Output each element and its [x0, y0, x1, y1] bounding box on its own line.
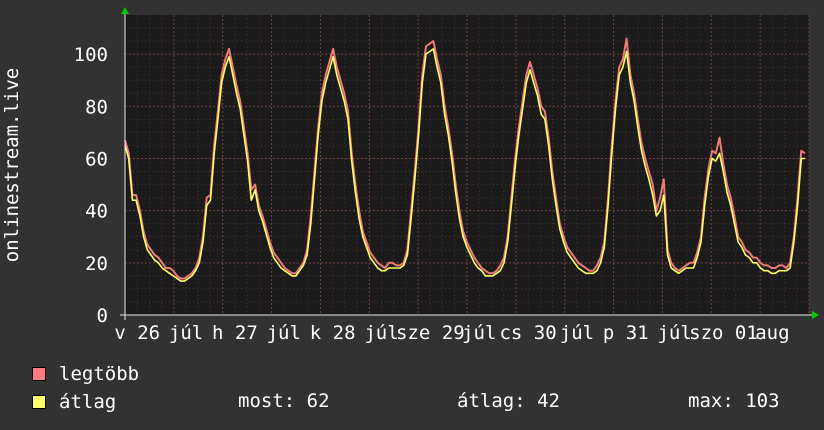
x-tick-labels: v 26 júl h 27 júl k 28 júlsze 29júl cs 30 júl p …: [114, 322, 789, 344]
x-tick-label: júl: [169, 322, 203, 344]
x-tick-label: h 27: [212, 322, 258, 344]
y-tick-label: 40: [85, 201, 108, 223]
x-tick-label: aug: [755, 322, 789, 344]
x-tick-label: sze 29: [396, 322, 465, 344]
y-tick-label: 20: [85, 253, 108, 275]
x-tick-label: v 26: [114, 322, 160, 344]
x-tick-label: júl: [267, 322, 301, 344]
y-tick-label: 60: [85, 148, 108, 170]
y-tick-label: 0: [97, 305, 108, 327]
y-tick-label: 80: [85, 96, 108, 118]
y-axis-arrow: [121, 7, 129, 14]
x-tick-label: p 31: [603, 322, 649, 344]
y-tick-label: 100: [74, 44, 108, 66]
x-tick-label: júl: [560, 322, 594, 344]
x-axis-arrow: [812, 311, 819, 319]
x-tick-label: szo 01: [689, 322, 758, 344]
x-tick-label: cs 30: [499, 322, 556, 344]
x-tick-label: júl: [364, 322, 398, 344]
y-tick-labels: 0 20 40 60 80 100: [74, 44, 108, 327]
x-tick-label: k 28: [310, 322, 356, 344]
chart-svg: 020406080100 v 26 júl h 27 júl k 28 júlsze 29…: [1, 7, 819, 344]
x-tick-label: júl: [462, 322, 496, 344]
x-tick-label: júl: [657, 322, 691, 344]
y-axis-label: onlinestream.live: [1, 68, 23, 262]
